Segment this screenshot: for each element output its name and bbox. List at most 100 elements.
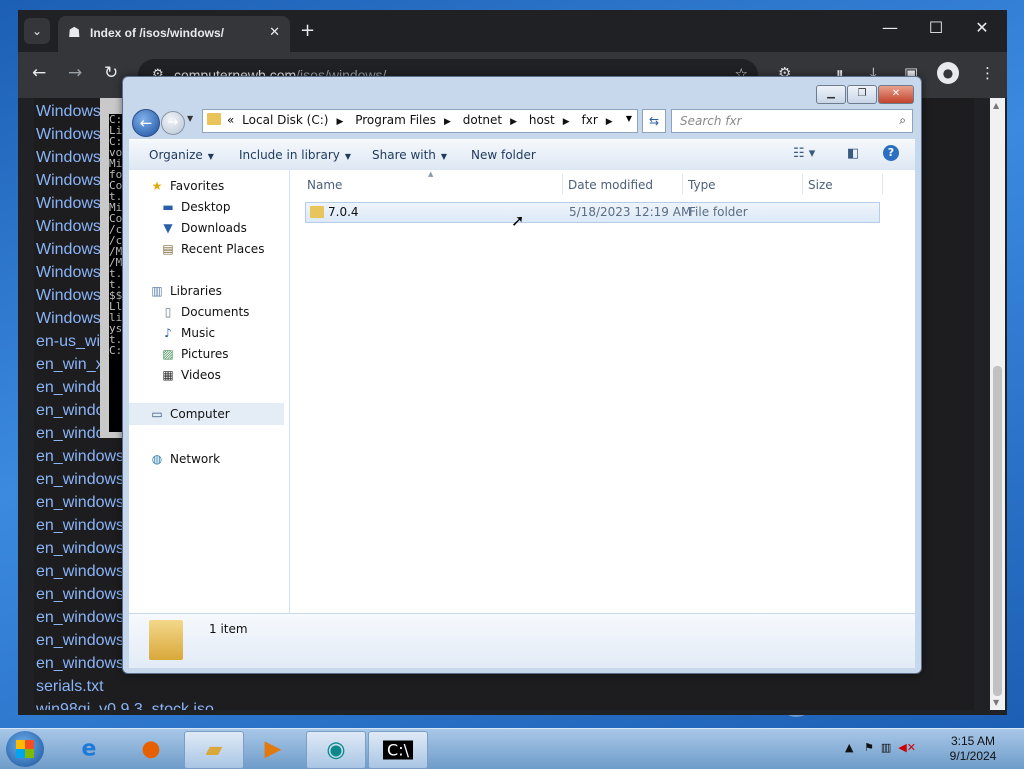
file-type: File folder — [689, 205, 748, 219]
nav-pictures[interactable]: ▨ Pictures — [160, 347, 228, 361]
column-header-size[interactable]: Size — [808, 178, 833, 192]
breadcrumb-item[interactable]: dotnet — [463, 113, 502, 127]
scroll-down-icon[interactable]: ▼ — [993, 698, 999, 707]
refresh-button[interactable]: ⇆ — [642, 109, 666, 133]
listing-link[interactable]: serials.txt — [36, 675, 214, 698]
explorer-window: ▁ ❐ ✕ ← → ▼ « Local Disk (C:) ▶ Program F… — [122, 76, 922, 674]
explorer-forward-button[interactable]: → — [161, 111, 185, 135]
maximize-button[interactable]: ☐ — [916, 18, 956, 37]
file-date: 5/18/2023 12:19 AM — [569, 205, 692, 219]
column-divider[interactable] — [682, 174, 683, 194]
breadcrumb-item[interactable]: fxr — [582, 113, 598, 127]
address-dropdown-icon[interactable]: ▼ — [626, 114, 632, 123]
nav-network-label: Network — [170, 452, 221, 466]
nav-music-label: Music — [181, 326, 216, 340]
breadcrumb-item[interactable]: Program Files — [355, 113, 436, 127]
column-divider[interactable] — [882, 174, 883, 194]
browser-tab[interactable]: ☗ Index of /isos/windows/ ✕ — [58, 16, 290, 52]
explorer-maximize-button[interactable]: ❐ — [847, 85, 877, 104]
new-tab-button[interactable]: + — [300, 20, 315, 41]
nav-videos[interactable]: ▦ Videos — [160, 368, 221, 382]
new-folder-button[interactable]: New folder — [471, 148, 536, 162]
scrollbar-thumb[interactable] — [993, 366, 1002, 696]
navigation-pane: ★ Favorites ▬ Desktop ▼ Downloads ▤ Recent P… — [129, 170, 290, 613]
folder-icon: ▰ — [205, 737, 223, 763]
explorer-address-bar[interactable]: « Local Disk (C:) ▶ Program Files ▶ dotnet… — [202, 109, 638, 133]
search-icon[interactable]: ⌕ — [899, 113, 906, 128]
start-button[interactable] — [6, 731, 44, 767]
recent-pages-dropdown-icon[interactable]: ▼ — [187, 114, 193, 123]
column-header-type[interactable]: Type — [688, 178, 716, 192]
desktop-icon: ▬ — [162, 200, 174, 214]
explorer-back-button[interactable]: ← — [132, 109, 160, 137]
breadcrumb-item[interactable]: Local Disk (C:) — [242, 113, 328, 127]
chevron-down-icon: ▼ — [440, 152, 448, 161]
breadcrumb-arrow-icon[interactable]: ▶ — [510, 117, 517, 127]
listing-link[interactable]: win98qi_v0.9.3_stock.iso — [36, 698, 214, 710]
forward-button[interactable]: → — [68, 63, 82, 83]
nav-desktop[interactable]: ▬ Desktop — [160, 200, 230, 214]
music-icon: ♪ — [164, 326, 172, 340]
nav-libraries[interactable]: ▥ Libraries — [149, 284, 222, 298]
view-options-icon[interactable]: ☷ ▾ — [793, 146, 815, 161]
organize-button[interactable]: Organize ▼ — [149, 148, 214, 162]
new-folder-label: New folder — [471, 148, 536, 162]
explorer-minimize-button[interactable]: ▁ — [816, 85, 846, 104]
volume-muted-icon[interactable]: ◀✕ — [898, 741, 916, 754]
media-player-button[interactable]: ▶ — [244, 731, 302, 767]
help-icon[interactable]: ? — [883, 145, 899, 161]
nav-computer[interactable]: ▭ Computer — [129, 403, 284, 425]
show-hidden-icons-icon[interactable]: ▲ — [845, 741, 853, 754]
nav-videos-label: Videos — [181, 368, 221, 382]
action-center-flag-icon[interactable]: ⚑ — [864, 741, 874, 754]
minimize-button[interactable]: — — [870, 18, 910, 37]
page-scrollbar[interactable]: ▲ ▼ — [990, 98, 1005, 710]
column-header-date[interactable]: Date modified — [568, 178, 653, 192]
explorer-close-button[interactable]: ✕ — [878, 85, 914, 104]
explorer-taskbar-button[interactable]: ▰ — [184, 731, 244, 769]
nav-recent-places[interactable]: ▤ Recent Places — [160, 242, 264, 256]
item-count: 1 item — [209, 622, 248, 636]
nav-favorites[interactable]: ★ Favorites — [149, 179, 225, 193]
nav-music[interactable]: ♪ Music — [160, 326, 215, 340]
file-name: 7.0.4 — [328, 205, 359, 219]
share-with-button[interactable]: Share with ▼ — [372, 148, 447, 162]
downloads-icon: ▼ — [163, 221, 173, 235]
mouse-cursor-icon: ➚ — [511, 211, 525, 230]
scroll-up-icon[interactable]: ▲ — [993, 101, 999, 110]
nav-documents[interactable]: ▯ Documents — [160, 305, 250, 319]
nav-network[interactable]: ◍ Network — [149, 452, 220, 466]
column-header-name[interactable]: Name — [307, 178, 342, 192]
breadcrumb-overflow[interactable]: « — [227, 113, 234, 127]
clock[interactable]: 3:15 AM 9/1/2024 — [940, 734, 1006, 764]
videos-icon: ▦ — [162, 368, 174, 382]
breadcrumb-arrow-icon[interactable]: ▶ — [336, 117, 343, 127]
reload-button[interactable]: ↻ — [104, 63, 118, 83]
file-row[interactable]: 7.0.4 5/18/2023 12:19 AM File folder — [305, 202, 880, 223]
cmd-taskbar-button[interactable]: C:\ — [368, 731, 428, 769]
chrome-taskbar-button[interactable]: ◉ — [306, 731, 366, 769]
taskbar: e ● ▰ ▶ ◉ C:\ ▲ ⚑ ▥ ◀✕ 3:15 AM 9/1/2024 — [0, 728, 1024, 769]
media-player-icon: ▶ — [264, 736, 282, 762]
tab-search-button[interactable]: ⌄ — [24, 18, 50, 44]
breadcrumb-arrow-icon[interactable]: ▶ — [444, 117, 451, 127]
tab-close-icon[interactable]: ✕ — [269, 25, 280, 40]
breadcrumb-item[interactable]: host — [529, 113, 555, 127]
nav-downloads[interactable]: ▼ Downloads — [160, 221, 247, 235]
close-button[interactable]: ✕ — [962, 18, 1002, 37]
back-button[interactable]: ← — [32, 63, 46, 83]
network-tray-icon[interactable]: ▥ — [881, 741, 891, 754]
firefox-button[interactable]: ● — [122, 731, 180, 767]
column-divider[interactable] — [562, 174, 563, 194]
search-box[interactable]: Search fxr ⌕ — [671, 109, 913, 133]
breadcrumb-arrow-icon[interactable]: ▶ — [606, 117, 613, 127]
preview-pane-icon[interactable]: ◧ — [847, 146, 859, 161]
menu-icon[interactable]: ⋮ — [980, 64, 995, 82]
column-divider[interactable] — [802, 174, 803, 194]
chevron-down-icon: ▼ — [207, 152, 214, 161]
include-in-library-button[interactable]: Include in library ▼ — [239, 148, 351, 162]
internet-explorer-button[interactable]: e — [60, 731, 118, 767]
profile-avatar-icon[interactable]: ● — [937, 62, 959, 84]
documents-icon: ▯ — [164, 305, 172, 319]
breadcrumb-arrow-icon[interactable]: ▶ — [563, 117, 570, 127]
